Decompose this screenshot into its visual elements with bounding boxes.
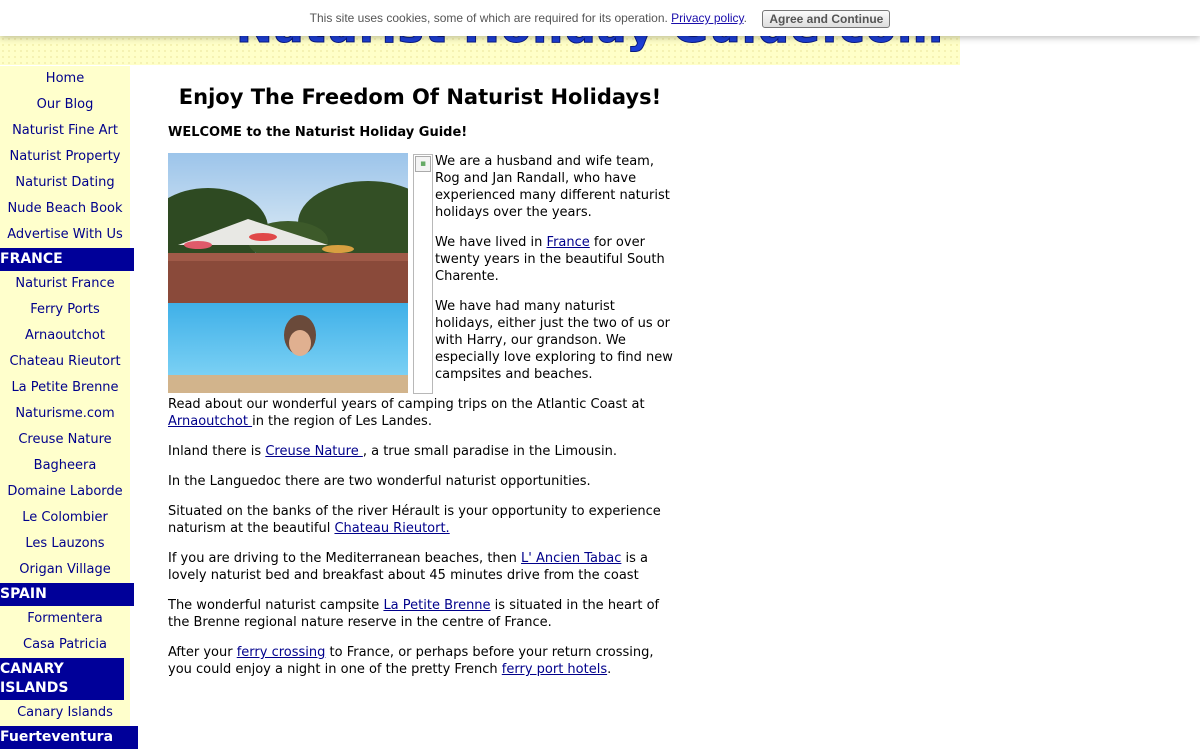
section-heading-france: FRANCE <box>0 248 134 271</box>
sidebar-item-le-colombier[interactable]: Le Colombier <box>0 505 130 531</box>
main-content: Enjoy The Freedom Of Naturist Holidays! … <box>168 83 673 691</box>
sidebar-item-canary-islands[interactable]: Canary Islands <box>0 700 130 726</box>
cookie-bar: This site uses cookies, some of which ar… <box>0 0 1200 36</box>
sidebar-item-arnaoutchot[interactable]: Arnaoutchot <box>0 323 130 349</box>
creuse-paragraph: Inland there is Creuse Nature , a true s… <box>168 443 673 460</box>
france-link[interactable]: France <box>547 235 590 250</box>
text-span: If you are driving to the Mediterranean … <box>168 551 522 566</box>
sidebar-item-naturist-dating[interactable]: Naturist Dating <box>0 170 130 196</box>
pool-photo-image <box>168 153 408 393</box>
arnaoutchot-paragraph: Read about our wonderful years of campin… <box>168 396 673 430</box>
sidebar-canary-menu: Canary Islands <box>0 700 130 726</box>
text-span: We have lived in <box>435 235 547 250</box>
creuse-nature-link[interactable]: Creuse Nature <box>265 444 363 459</box>
sidebar-item-advertise-with-us[interactable]: Advertise With Us <box>0 222 130 248</box>
cookie-message: This site uses cookies, some of which ar… <box>309 11 668 25</box>
sidebar-item-bagheera[interactable]: Bagheera <box>0 453 130 479</box>
sidebar-item-naturist-property[interactable]: Naturist Property <box>0 144 130 170</box>
sidebar-item-nude-beach-book[interactable]: Nude Beach Book <box>0 196 130 222</box>
sidebar-item-home[interactable]: Home <box>0 66 130 92</box>
sidebar-france-menu: Naturist France Ferry Ports Arnaoutchot Cha… <box>0 271 130 583</box>
sidebar-item-les-lauzons[interactable]: Les Lauzons <box>0 531 130 557</box>
sidebar-nav: Home Our Blog Naturist Fine Art Naturist Pr… <box>0 66 138 749</box>
languedoc-paragraph: In the Languedoc there are two wonderful… <box>168 474 591 489</box>
cookie-period: . <box>743 11 747 25</box>
broken-image-icon: ▪ <box>415 156 431 172</box>
sidebar-item-la-petite-brenne[interactable]: La Petite Brenne <box>0 375 130 401</box>
arnaoutchot-link[interactable]: Arnaoutchot <box>168 414 252 429</box>
sidebar-item-chateau-rieutort[interactable]: Chateau Rieutort <box>0 349 130 375</box>
text-span: Read about our wonderful years of campin… <box>168 397 645 412</box>
sidebar-item-domaine-laborde[interactable]: Domaine Laborde <box>0 479 130 505</box>
sidebar-top-menu: Home Our Blog Naturist Fine Art Naturist Pr… <box>0 66 130 248</box>
sidebar-item-ferry-ports[interactable]: Ferry Ports <box>0 297 130 323</box>
welcome-heading: WELCOME to the Naturist Holiday Guide! <box>168 125 468 140</box>
pool-photo <box>168 153 408 393</box>
sidebar-item-naturist-fine-art[interactable]: Naturist Fine Art <box>0 118 130 144</box>
petite-brenne-paragraph: The wonderful naturist campsite La Petit… <box>168 597 673 631</box>
text-span: in the region of Les Landes. <box>252 414 432 429</box>
ferry-port-hotels-link[interactable]: ferry port hotels <box>502 662 607 677</box>
broken-image: ▪ <box>413 154 433 394</box>
text-span: , a true small paradise in the Limousin. <box>362 444 617 459</box>
privacy-policy-link[interactable]: Privacy policy <box>671 11 743 25</box>
sidebar-item-origan-village[interactable]: Origan Village <box>0 557 130 583</box>
section-heading-spain: SPAIN <box>0 583 134 606</box>
ferry-crossing-link[interactable]: ferry crossing <box>237 645 326 660</box>
ancien-tabac-paragraph: If you are driving to the Mediterranean … <box>168 550 673 584</box>
ancien-tabac-link[interactable]: L' Ancien Tabac <box>521 551 621 566</box>
sidebar-item-casa-patricia[interactable]: Casa Patricia <box>0 632 130 658</box>
agree-continue-button[interactable]: Agree and Continue <box>762 9 891 28</box>
la-petite-brenne-link[interactable]: La Petite Brenne <box>383 598 490 613</box>
sidebar-item-creuse-nature[interactable]: Creuse Nature <box>0 427 130 453</box>
sidebar-spain-menu: Formentera Casa Patricia <box>0 606 130 658</box>
section-heading-canary: CANARY ISLANDS <box>0 658 124 700</box>
chateau-rieutort-link[interactable]: Chateau Rieutort. <box>334 521 449 536</box>
rieutort-paragraph: Situated on the banks of the river Hérau… <box>168 503 673 537</box>
section-heading-fuerteventura: Fuerteventura <box>0 726 138 749</box>
text-span: . <box>607 662 612 677</box>
ferry-paragraph: After your ferry crossing to France, or … <box>168 644 673 678</box>
text-span: The wonderful naturist campsite <box>168 598 384 613</box>
sidebar-item-our-blog[interactable]: Our Blog <box>0 92 130 118</box>
sidebar-item-formentera[interactable]: Formentera <box>0 606 130 632</box>
page-title: Enjoy The Freedom Of Naturist Holidays! <box>178 85 662 109</box>
sidebar-item-naturisme-com[interactable]: Naturisme.com <box>0 401 130 427</box>
text-span: After your <box>168 645 237 660</box>
sidebar-item-naturist-france[interactable]: Naturist France <box>0 271 130 297</box>
text-span: Inland there is <box>168 444 266 459</box>
